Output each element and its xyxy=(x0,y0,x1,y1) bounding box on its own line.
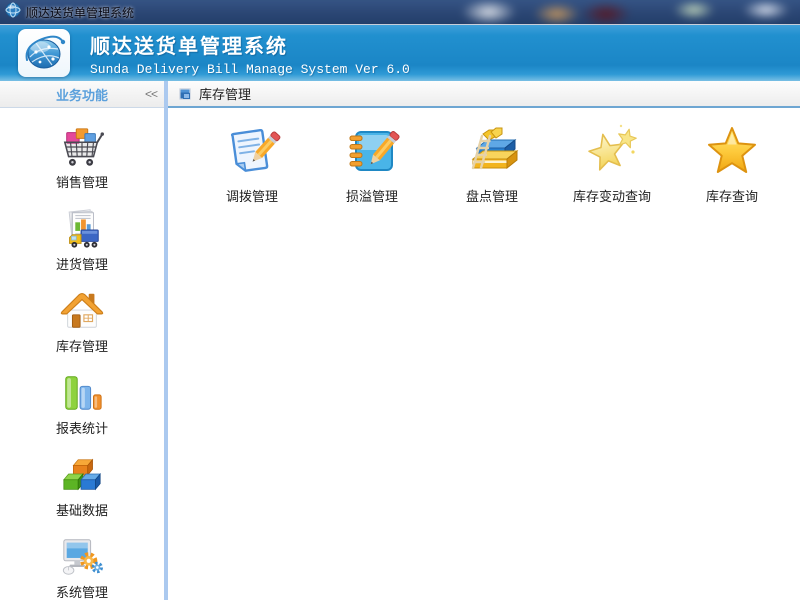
blocks-icon xyxy=(59,453,105,497)
main-panel: 库存管理 xyxy=(168,81,800,600)
launcher-transfer-management[interactable]: 调拨管理 xyxy=(192,120,312,205)
house-icon xyxy=(59,289,105,333)
launcher-label: 盘点管理 xyxy=(466,186,518,205)
sidebar-item-label: 销售管理 xyxy=(56,172,108,191)
titlebar: 顺达送货单管理系统 xyxy=(0,0,800,25)
bar-chart-icon xyxy=(59,371,105,415)
app-title: 顺达送货单管理系统 xyxy=(90,30,410,59)
app-subtitle: Sunda Delivery Bill Manage System Ver 6.… xyxy=(90,62,410,77)
document-pencil-icon xyxy=(223,122,281,180)
sidebar-collapse-button[interactable]: << xyxy=(138,87,164,101)
launcher-label: 库存查询 xyxy=(706,186,758,205)
launcher-stock-query[interactable]: 库存查询 xyxy=(672,120,792,205)
launcher-stock-change-query[interactable]: 库存变动查询 xyxy=(552,120,672,205)
sidebar-item-label: 系统管理 xyxy=(56,582,108,600)
documents-truck-icon xyxy=(59,207,105,251)
notebook-pencil-icon xyxy=(343,122,401,180)
sidebar-header: 业务功能 << xyxy=(0,81,164,108)
sidebar-item-purchase[interactable]: 进货管理 xyxy=(22,200,142,282)
sidebar-item-label: 报表统计 xyxy=(56,418,108,437)
sidebar-item-reports[interactable]: 报表统计 xyxy=(22,364,142,446)
sidebar-title: 业务功能 xyxy=(0,85,138,104)
app-window: 顺达送货单管理系统 顺达送货单管理系统 Sunda De xyxy=(0,0,800,600)
window-globe-icon xyxy=(5,2,21,23)
books-ladder-icon xyxy=(463,122,521,180)
globe-network-logo-icon xyxy=(22,32,66,74)
launcher-label: 损溢管理 xyxy=(346,186,398,205)
sidebar-item-system[interactable]: 系统管理 xyxy=(22,528,142,600)
tabstrip: 库存管理 xyxy=(168,81,800,108)
window-icon xyxy=(178,87,192,101)
sidebar-item-label: 基础数据 xyxy=(56,500,108,519)
titlebar-title: 顺达送货单管理系统 xyxy=(26,4,134,21)
shopping-cart-icon xyxy=(59,125,105,169)
sidebar-item-label: 进货管理 xyxy=(56,254,108,273)
main-content: 调拨管理 xyxy=(168,108,800,600)
launcher-stocktake-management[interactable]: 盘点管理 xyxy=(432,120,552,205)
sidebar-item-sales[interactable]: 销售管理 xyxy=(22,118,142,200)
magic-stars-icon xyxy=(583,122,641,180)
tab-label: 库存管理 xyxy=(199,84,251,103)
launcher-loss-gain-management[interactable]: 损溢管理 xyxy=(312,120,432,205)
app-logo xyxy=(18,29,70,77)
sidebar: 业务功能 << xyxy=(0,81,168,600)
monitor-gears-icon xyxy=(59,535,105,579)
sidebar-item-basedata[interactable]: 基础数据 xyxy=(22,446,142,528)
sidebar-item-inventory[interactable]: 库存管理 xyxy=(22,282,142,364)
sidebar-item-label: 库存管理 xyxy=(56,336,108,355)
launcher-label: 调拨管理 xyxy=(226,186,278,205)
tab-inventory-management[interactable]: 库存管理 xyxy=(168,81,263,106)
launcher-label: 库存变动查询 xyxy=(573,186,651,205)
gold-star-icon xyxy=(703,122,761,180)
app-header: 顺达送货单管理系统 Sunda Delivery Bill Manage Sys… xyxy=(0,25,800,81)
